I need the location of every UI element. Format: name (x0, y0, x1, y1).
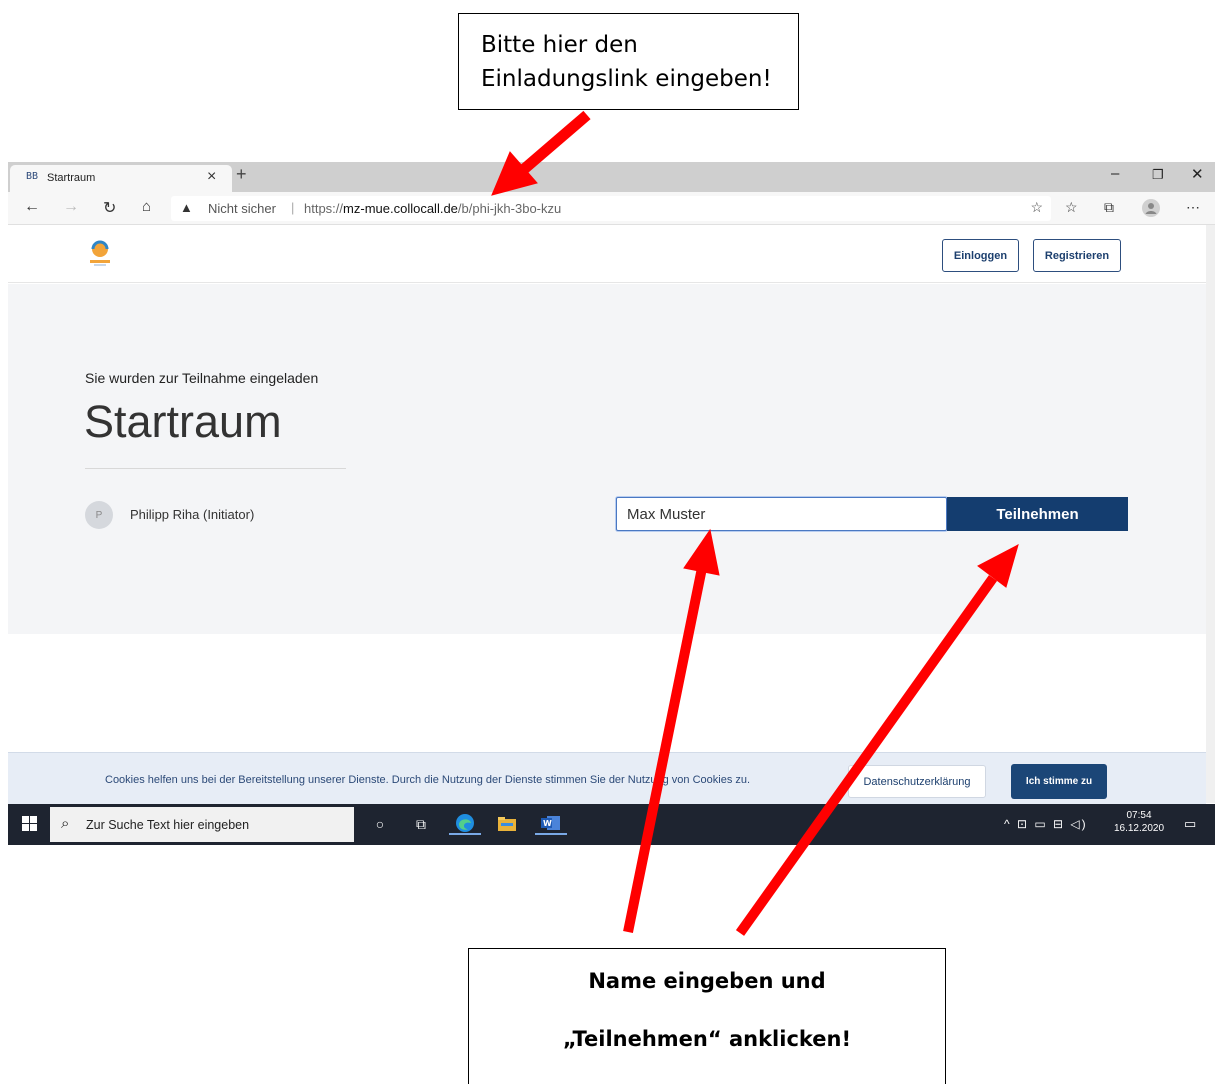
minimize-icon[interactable]: – (1111, 165, 1119, 182)
profile-icon[interactable] (1142, 199, 1160, 220)
security-status[interactable]: Nicht sicher (208, 201, 276, 216)
site-header: Einloggen Registrieren (8, 225, 1206, 283)
callout-bottom-line2: „Teilnehmen“ anklicken! (562, 1027, 852, 1051)
callout-bottom-line1: Name eingeben und (588, 969, 826, 993)
avatar: P (85, 501, 113, 529)
address-separator: | (291, 200, 295, 215)
privacy-button[interactable]: Datenschutzerklärung (848, 765, 986, 798)
clock-time: 07:54 (1126, 810, 1152, 821)
system-tray-icons[interactable]: ^ ⊡ ▭ ⊟ ◁) (1004, 817, 1088, 831)
login-button[interactable]: Einloggen (942, 239, 1019, 272)
scrollbar[interactable] (1206, 225, 1215, 803)
room-panel: Sie wurden zur Teilnahme eingeladen Star… (8, 284, 1206, 634)
refresh-icon[interactable]: ↻ (103, 198, 116, 218)
close-tab-icon[interactable]: × (207, 168, 216, 186)
callout-top-line2: Einladungslink eingeben! (481, 66, 772, 92)
window-close-icon[interactable]: ✕ (1191, 165, 1204, 183)
callout-invite-link: Bitte hier den Einladungslink eingeben! (458, 13, 799, 110)
warning-icon: ▲ (180, 200, 193, 215)
accept-cookies-button[interactable]: Ich stimme zu (1011, 764, 1107, 799)
favorite-star-icon[interactable]: ☆ (1030, 199, 1043, 216)
clock-date: 16.12.2020 (1113, 823, 1165, 834)
tab-strip: BB Startraum × + – ❐ ✕ (8, 162, 1215, 192)
taskbar-search[interactable]: ⌕ Zur Suche Text hier eingeben (50, 807, 354, 842)
file-explorer-icon[interactable] (495, 813, 519, 835)
favicon-icon: BB (26, 171, 39, 182)
clock[interactable]: 07:54 16.12.2020 (1102, 809, 1176, 835)
task-view-icon[interactable]: ⧉ (411, 813, 431, 835)
favorites-icon[interactable]: ☆ (1065, 199, 1078, 216)
back-icon[interactable]: ← (24, 198, 40, 216)
callout-top-line1: Bitte hier den (481, 32, 638, 58)
tab-title: Startraum (47, 172, 96, 184)
search-icon: ⌕ (61, 815, 70, 832)
room-title: Startraum (84, 396, 282, 447)
forward-icon[interactable]: → (63, 198, 79, 216)
cookie-text: Cookies helfen uns bei der Bereitstellun… (105, 774, 751, 786)
navigation-bar: ← → ↻ ⌂ ▲ Nicht sicher | https://mz-mue.… (8, 192, 1215, 225)
url-text[interactable]: https://mz-mue.collocall.de/b/phi-jkh-3b… (304, 201, 561, 216)
callout-name-join: Name eingeben und „Teilnehmen“ anklicken… (468, 948, 946, 1084)
word-icon[interactable]: W (535, 813, 567, 835)
address-bar[interactable]: ▲ Nicht sicher | https://mz-mue.collocal… (171, 196, 1051, 221)
home-icon[interactable]: ⌂ (142, 198, 151, 215)
restore-icon[interactable]: ❐ (1152, 167, 1164, 183)
taskbar: ⌕ Zur Suche Text hier eingeben ○ ⧉ W ^ ⊡… (8, 804, 1215, 845)
join-button[interactable]: Teilnehmen (947, 497, 1128, 531)
browser-tab[interactable]: BB Startraum × (10, 165, 232, 192)
more-icon[interactable]: ⋯ (1186, 199, 1200, 216)
site-logo[interactable] (83, 239, 117, 267)
website: Einloggen Registrieren Sie wurden zur Te… (8, 225, 1206, 806)
url-prefix: https:// (304, 201, 344, 216)
name-input[interactable] (616, 497, 947, 531)
edge-browser-icon[interactable] (449, 813, 481, 835)
url-host: mz-mue.collocall.de (343, 201, 458, 216)
url-path: /b/phi-jkh-3bo-kzu (457, 201, 562, 216)
register-button[interactable]: Registrieren (1033, 239, 1121, 272)
cortana-icon[interactable]: ○ (370, 813, 390, 835)
invite-text: Sie wurden zur Teilnahme eingeladen (85, 370, 319, 386)
search-placeholder: Zur Suche Text hier eingeben (86, 818, 250, 832)
cookie-bar: Cookies helfen uns bei der Bereitstellun… (8, 752, 1206, 806)
collections-icon[interactable]: ⧉ (1104, 199, 1114, 216)
svg-text:W: W (543, 819, 552, 828)
owner-name: Philipp Riha (Initiator) (130, 507, 255, 522)
divider (85, 468, 346, 469)
screenshot: BB Startraum × + – ❐ ✕ ← → ↻ ⌂ ▲ Nicht s… (8, 162, 1215, 845)
windows-start-icon[interactable] (22, 816, 38, 832)
notification-icon[interactable]: ▭ (1184, 816, 1196, 832)
page: Bitte hier den Einladungslink eingeben! … (0, 0, 1215, 1084)
new-tab-icon[interactable]: + (236, 164, 247, 185)
